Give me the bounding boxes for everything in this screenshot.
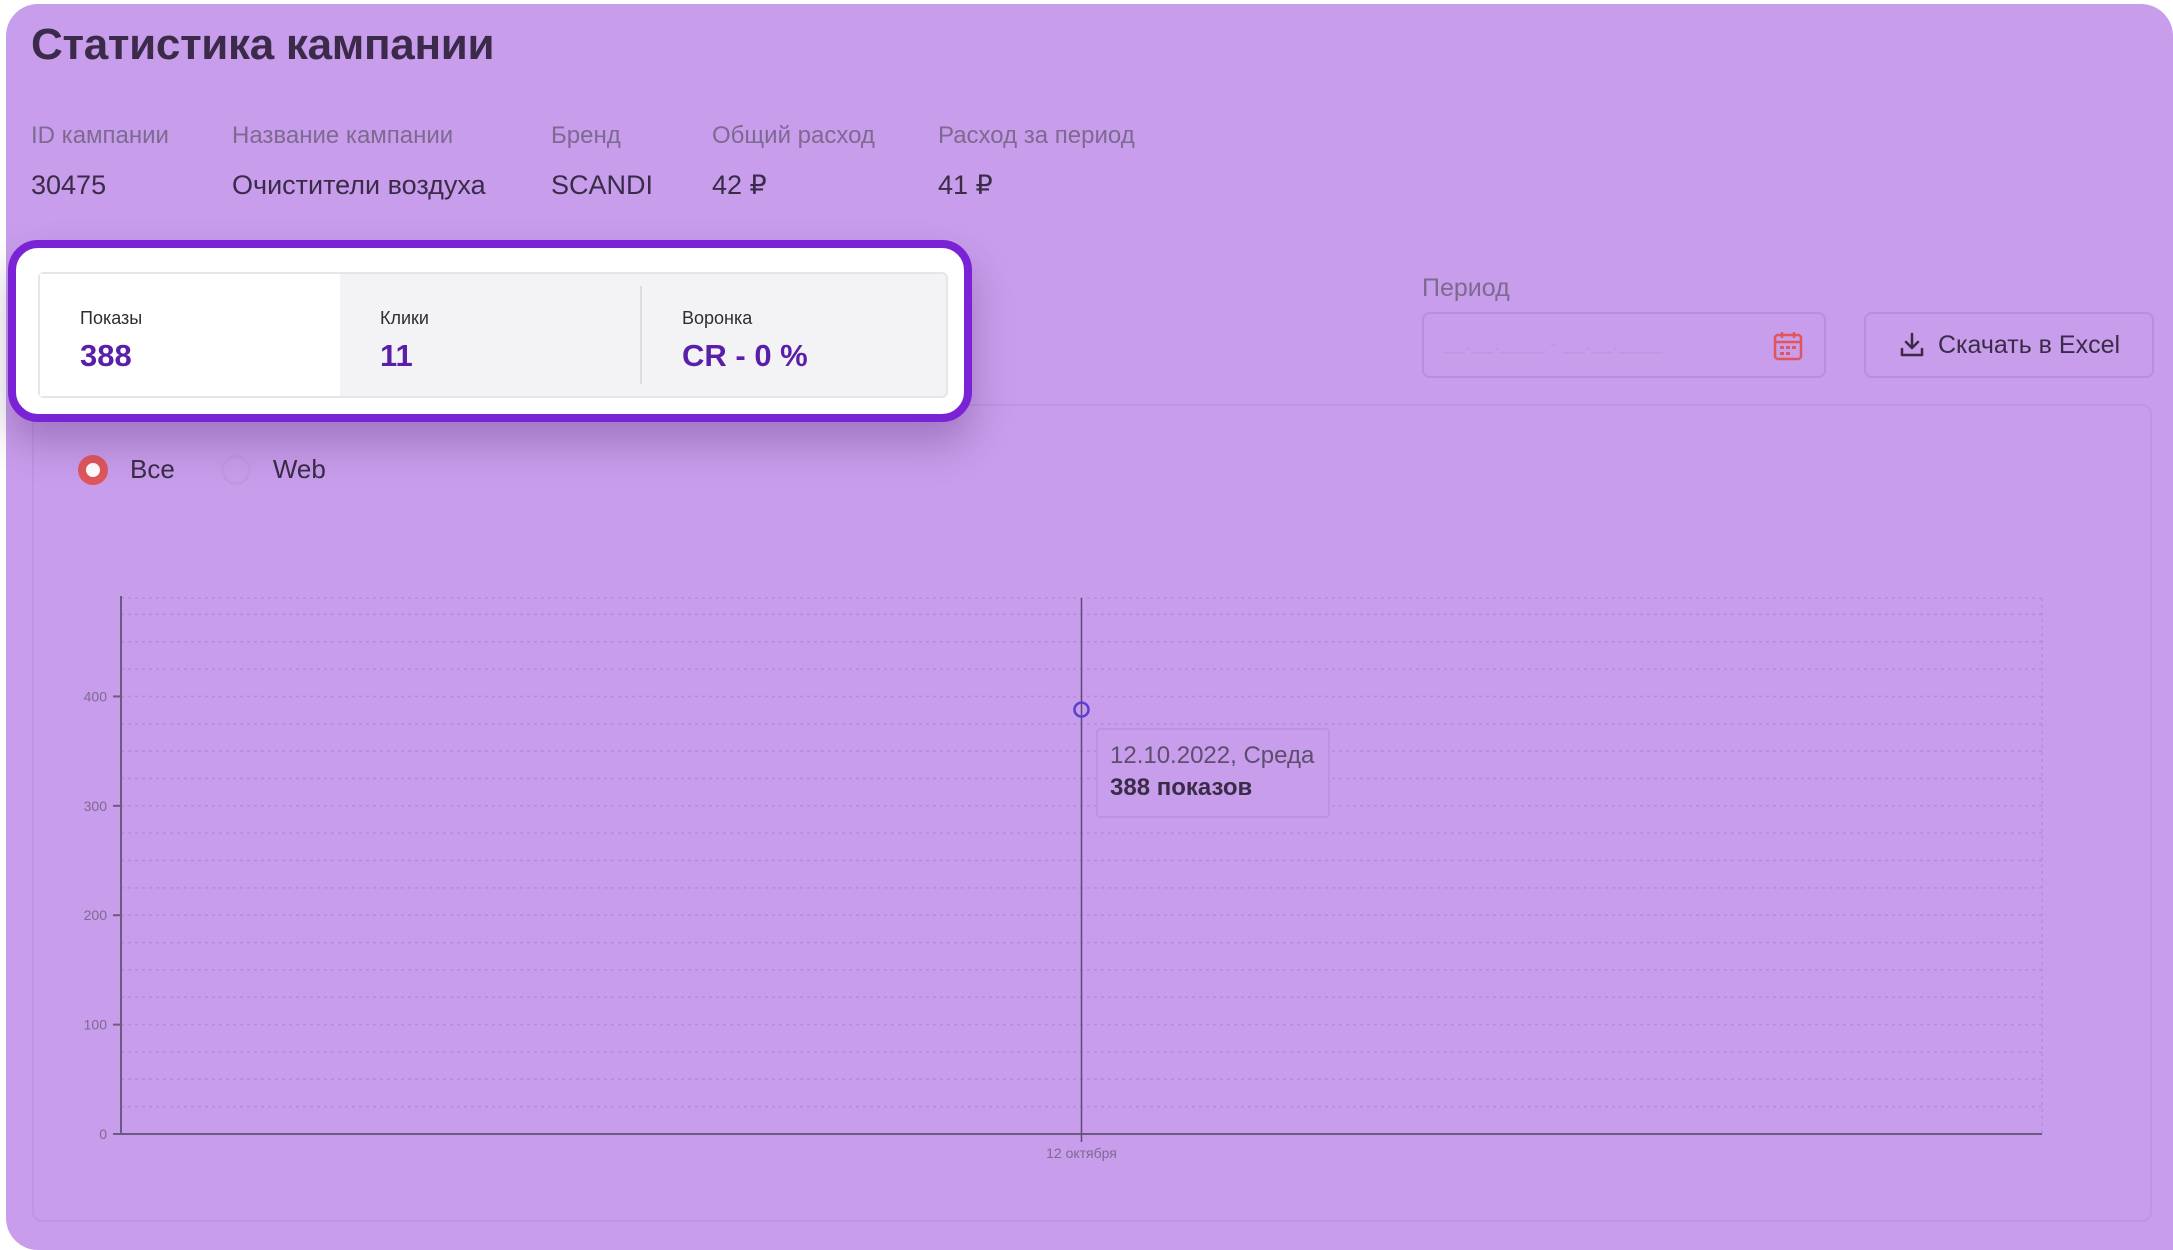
stat-tab-funnel[interactable]: Воронка CR - 0 % <box>642 274 946 396</box>
y-tick-label: 400 <box>84 688 108 704</box>
page-frame: Статистика кампании ID кампании 30475 На… <box>6 4 2173 1250</box>
stat-value: CR - 0 % <box>682 338 808 373</box>
stat-label: Воронка <box>682 308 753 328</box>
stat-label: Клики <box>380 308 429 328</box>
impressions-line-chart: 0 100 200 300 400 12 октября <box>84 596 2043 1161</box>
y-tick-label: 100 <box>84 1017 108 1033</box>
stat-value: 11 <box>380 338 413 373</box>
stats-tabs: Показы 388 Клики 11 Воронка CR - 0 % <box>38 272 948 398</box>
stat-label: Показы <box>80 308 143 328</box>
stat-tab-clicks[interactable]: Клики 11 <box>340 286 642 384</box>
y-tick-label: 0 <box>99 1126 107 1142</box>
tooltip-date: 12.10.2022, Среда <box>1110 742 1315 769</box>
stat-tab-impressions[interactable]: Показы 388 <box>40 274 340 396</box>
tooltip-value: 388 показов <box>1110 774 1253 801</box>
y-tick-label: 200 <box>84 907 108 923</box>
stat-value: 388 <box>80 338 132 373</box>
y-tick-label: 300 <box>84 798 108 814</box>
x-tick-label: 12 октября <box>1046 1145 1117 1161</box>
chart-tooltip: 12.10.2022, Среда 388 показов <box>1096 728 1330 818</box>
stats-highlight-frame: Показы 388 Клики 11 Воронка CR - 0 % <box>8 240 972 422</box>
